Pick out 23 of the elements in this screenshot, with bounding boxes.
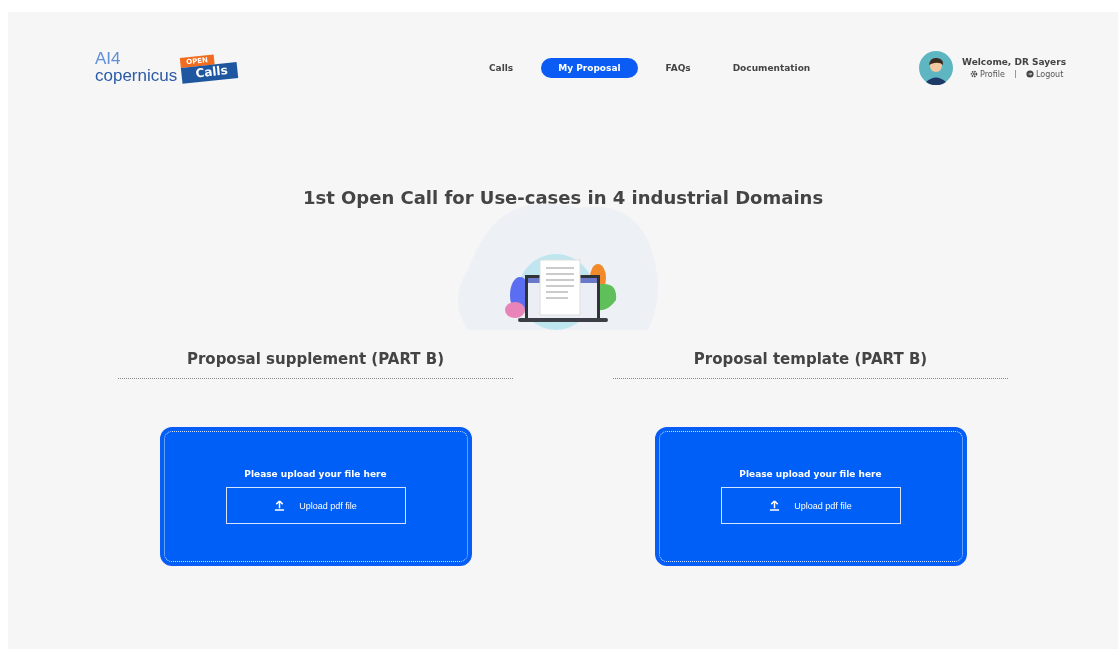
upload-icon	[769, 500, 781, 511]
upload-icon	[274, 500, 286, 511]
upload-prompt: Please upload your file here	[739, 469, 882, 479]
section-heading: Proposal supplement (PART B)	[186, 350, 445, 368]
upload-dropzone[interactable]: Please upload your file here Upload pdf file	[159, 427, 472, 566]
nav-tab[interactable]: Documentation	[718, 57, 825, 78]
avatar-icon	[919, 50, 954, 85]
logo-text: copernicus	[95, 67, 178, 84]
user-link[interactable]: Profile	[970, 69, 1005, 79]
gear-icon	[970, 70, 979, 78]
upload-dropzone[interactable]: Please upload your file here Upload pdf file	[654, 427, 967, 566]
nav-tab[interactable]: My Proposal	[541, 57, 638, 78]
logout-icon	[1025, 70, 1034, 78]
page-title: 1st Open Call for Use-cases in 4 industrial Domains	[302, 187, 824, 208]
welcome-text: Welcome, DR Sayers	[962, 56, 1066, 67]
logo-text: AI4	[95, 51, 122, 68]
nav-tab[interactable]: FAQs	[651, 57, 705, 78]
user-link[interactable]: Logout	[1025, 69, 1064, 79]
upload-button[interactable]: Upload pdf file	[225, 487, 406, 524]
section-heading: Proposal template (PART B)	[693, 350, 928, 368]
upload-button[interactable]: Upload pdf file	[720, 487, 901, 524]
upload-prompt: Please upload your file here	[244, 469, 387, 479]
nav-tab[interactable]: Calls	[475, 57, 528, 78]
